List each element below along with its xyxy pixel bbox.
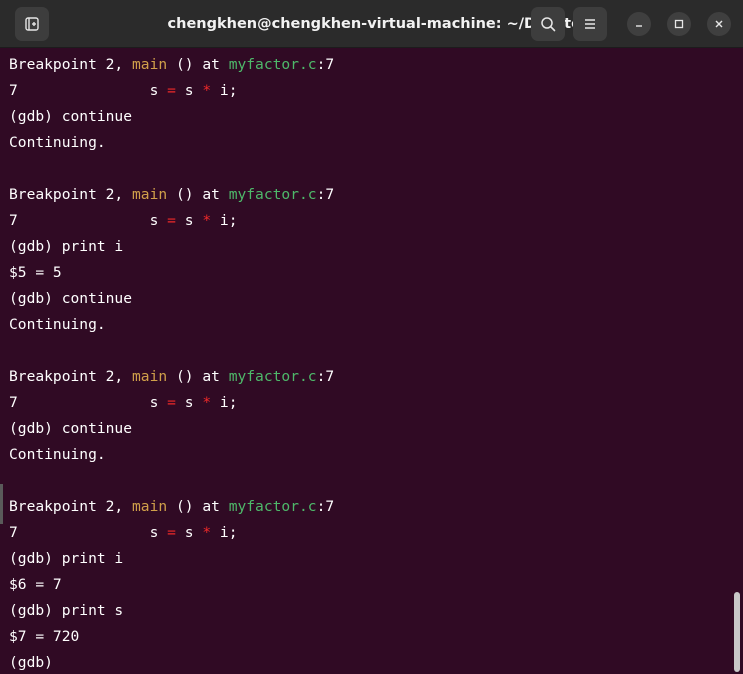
search-icon xyxy=(541,17,556,32)
source-file-name: myfactor.c xyxy=(228,186,317,203)
source-line-number: 7 xyxy=(9,82,18,99)
close-icon xyxy=(715,20,723,28)
line-number-suffix: :7 xyxy=(316,56,335,73)
source-line-number: 7 xyxy=(9,212,18,229)
breakpoint-prefix: Breakpoint 2, xyxy=(9,56,133,73)
gdb-prompt[interactable]: (gdb) xyxy=(9,650,53,674)
minimize-icon xyxy=(636,25,642,27)
breakpoint-mid: () at xyxy=(167,186,229,203)
function-name: main xyxy=(132,368,168,385)
gdb-output-line: Continuing. xyxy=(9,446,106,463)
minimize-button[interactable] xyxy=(627,12,651,36)
operator-multiply: * xyxy=(202,524,212,541)
source-code-part: i; xyxy=(211,82,238,99)
breakpoint-line: Breakpoint 2, main () at myfactor.c:7 xyxy=(9,52,334,78)
breakpoint-line: Breakpoint 2, main () at myfactor.c:7 xyxy=(9,364,334,390)
hamburger-menu-icon xyxy=(585,19,595,29)
window-edge-highlight xyxy=(0,484,3,524)
source-line-number: 7 xyxy=(9,394,18,411)
function-name: main xyxy=(132,56,168,73)
source-code-part: s xyxy=(17,394,168,411)
close-button[interactable] xyxy=(707,12,731,36)
source-code-part: i; xyxy=(211,394,238,411)
source-line: 7 s = s * i; xyxy=(9,208,237,234)
gdb-output-line: $6 = 7 xyxy=(9,576,62,593)
gdb-output-line: $5 = 5 xyxy=(9,264,62,281)
breakpoint-mid: () at xyxy=(167,498,229,515)
line-number-suffix: :7 xyxy=(316,368,335,385)
search-button[interactable] xyxy=(531,7,565,41)
terminal-output[interactable]: Breakpoint 2, main () at myfactor.c:7 7 … xyxy=(0,52,735,674)
breakpoint-mid: () at xyxy=(167,368,229,385)
source-code-part: s xyxy=(175,82,203,99)
source-code-part: s xyxy=(17,524,168,541)
source-file-name: myfactor.c xyxy=(228,56,317,73)
source-code-part: i; xyxy=(211,212,238,229)
operator-assign: = xyxy=(167,524,176,541)
breakpoint-prefix: Breakpoint 2, xyxy=(9,186,133,203)
gdb-command-line: (gdb) print s xyxy=(9,602,124,619)
line-number-suffix: :7 xyxy=(316,186,335,203)
gdb-command-line: (gdb) continue xyxy=(9,420,133,437)
source-code-part: s xyxy=(17,82,168,99)
function-name: main xyxy=(132,186,168,203)
maximize-icon xyxy=(674,19,684,29)
new-tab-button[interactable] xyxy=(15,7,49,41)
operator-multiply: * xyxy=(202,82,212,99)
operator-assign: = xyxy=(167,82,176,99)
function-name: main xyxy=(132,498,168,515)
maximize-button[interactable] xyxy=(667,12,691,36)
source-code-part: s xyxy=(175,212,203,229)
menu-button[interactable] xyxy=(573,7,607,41)
breakpoint-prefix: Breakpoint 2, xyxy=(9,498,133,515)
gdb-command-line: (gdb) continue xyxy=(9,108,133,125)
new-tab-icon xyxy=(25,17,39,31)
title-bar: chengkhen@chengkhen-virtual-machine: ~/D… xyxy=(0,0,743,48)
source-code-part: s xyxy=(17,212,168,229)
terminal-window: chengkhen@chengkhen-virtual-machine: ~/D… xyxy=(0,0,743,674)
gdb-command-line: (gdb) print i xyxy=(9,550,124,567)
source-file-name: myfactor.c xyxy=(228,498,317,515)
scrollbar-thumb[interactable] xyxy=(734,592,740,672)
gdb-command-line: (gdb) continue xyxy=(9,290,133,307)
source-line: 7 s = s * i; xyxy=(9,390,237,416)
operator-multiply: * xyxy=(202,212,212,229)
source-line: 7 s = s * i; xyxy=(9,78,237,104)
breakpoint-prefix: Breakpoint 2, xyxy=(9,368,133,385)
operator-multiply: * xyxy=(202,394,212,411)
breakpoint-line: Breakpoint 2, main () at myfactor.c:7 xyxy=(9,182,334,208)
breakpoint-line: Breakpoint 2, main () at myfactor.c:7 xyxy=(9,494,334,520)
scrollbar[interactable] xyxy=(733,52,743,674)
gdb-command-line: (gdb) print i xyxy=(9,238,124,255)
operator-assign: = xyxy=(167,394,176,411)
line-number-suffix: :7 xyxy=(316,498,335,515)
gdb-output-line: Continuing. xyxy=(9,134,106,151)
source-line: 7 s = s * i; xyxy=(9,520,237,546)
operator-assign: = xyxy=(167,212,176,229)
source-code-part: i; xyxy=(211,524,238,541)
source-line-number: 7 xyxy=(9,524,18,541)
source-code-part: s xyxy=(175,394,203,411)
source-code-part: s xyxy=(175,524,203,541)
gdb-output-line: $7 = 720 xyxy=(9,628,80,645)
source-file-name: myfactor.c xyxy=(228,368,317,385)
gdb-output-line: Continuing. xyxy=(9,316,106,333)
breakpoint-mid: () at xyxy=(167,56,229,73)
